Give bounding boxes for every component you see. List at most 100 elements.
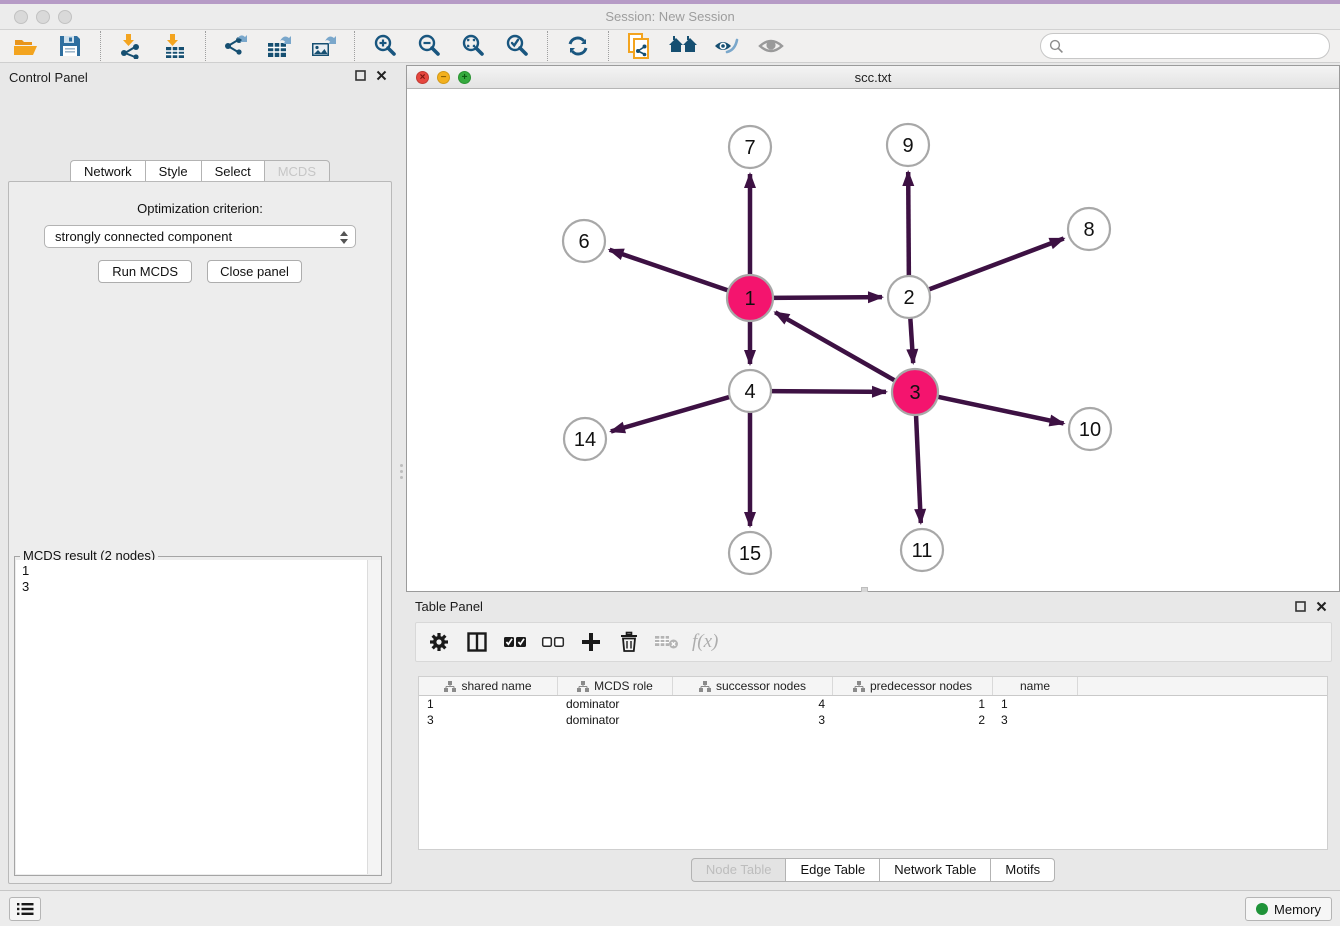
graph-node-label: 3 (909, 382, 920, 404)
table-settings-icon[interactable] (426, 629, 452, 655)
criterion-select[interactable]: strongly connected component (44, 225, 356, 248)
column-type-icon (577, 681, 589, 692)
function-builder-icon[interactable]: f(x) (692, 629, 718, 655)
graph-edge-3-10[interactable] (936, 396, 1064, 423)
float-table-panel-icon[interactable] (1294, 600, 1307, 613)
refresh-layout-icon[interactable] (563, 32, 593, 60)
graph-node-label: 11 (912, 540, 933, 562)
show-columns-icon[interactable] (464, 629, 490, 655)
table-cell[interactable]: 4 (673, 696, 833, 712)
column-header-successor-nodes[interactable]: successor nodes (673, 677, 833, 695)
mcds-panel: Optimization criterion: strongly connect… (8, 181, 392, 884)
zoom-fit-icon[interactable] (458, 32, 488, 60)
table-header-row: shared nameMCDS rolesuccessor nodesprede… (419, 677, 1327, 696)
graph-edge-4-3[interactable] (769, 391, 886, 392)
graph-node-label: 7 (744, 137, 755, 159)
graph-edge-1-2[interactable] (771, 297, 882, 298)
graph-edge-1-6[interactable] (610, 250, 731, 291)
delete-column-icon[interactable] (616, 629, 642, 655)
graph-edge-2-3[interactable] (910, 316, 913, 363)
delete-table-icon[interactable] (654, 629, 680, 655)
table-cell[interactable]: 3 (993, 712, 1078, 728)
graph-node-label: 6 (578, 231, 589, 253)
import-table-icon[interactable] (160, 32, 190, 60)
table-panel-title: Table Panel (415, 599, 483, 614)
column-header-MCDS-role[interactable]: MCDS role (558, 677, 673, 695)
table-cell[interactable]: 1 (419, 696, 558, 712)
select-all-icon[interactable] (502, 629, 528, 655)
network-window-titlebar[interactable]: × − + scc.txt (407, 66, 1339, 89)
optimization-criterion-label: Optimization criterion: (9, 201, 391, 216)
column-type-icon (699, 681, 711, 692)
table-cell[interactable]: dominator (558, 712, 673, 728)
panel-splitter-grip[interactable] (399, 464, 403, 482)
export-image-icon[interactable] (309, 32, 339, 60)
graph-edge-3-1[interactable] (775, 312, 897, 381)
close-panel-button[interactable]: Close panel (207, 260, 302, 283)
tab-edge-table[interactable]: Edge Table (785, 858, 879, 882)
memory-status-dot (1256, 903, 1268, 915)
table-cell[interactable]: 3 (419, 712, 558, 728)
table-cell[interactable]: dominator (558, 696, 673, 712)
search-input[interactable] (1070, 39, 1321, 54)
graph-edge-2-9[interactable] (908, 172, 909, 278)
criterion-value: strongly connected component (55, 229, 232, 244)
table-tabs: Node TableEdge TableNetwork TableMotifs (406, 858, 1340, 882)
save-session-icon[interactable] (55, 32, 85, 60)
graph-node-label: 2 (903, 287, 914, 309)
column-type-icon (444, 681, 456, 692)
graph-edge-3-11[interactable] (916, 413, 921, 523)
home-icon[interactable] (668, 32, 698, 60)
zoom-out-icon[interactable] (414, 32, 444, 60)
table-row[interactable]: 1dominator411 (419, 696, 1327, 712)
tab-node-table[interactable]: Node Table (691, 858, 786, 882)
table-cell[interactable]: 2 (833, 712, 993, 728)
import-network-icon[interactable] (116, 32, 146, 60)
graph-node-label: 4 (744, 381, 755, 403)
column-type-icon (853, 681, 865, 692)
close-panel-icon[interactable] (375, 69, 388, 82)
run-mcds-button[interactable]: Run MCDS (98, 260, 192, 283)
graph-node-label: 10 (1079, 419, 1101, 441)
table-cell[interactable]: 3 (673, 712, 833, 728)
export-table-icon[interactable] (265, 32, 295, 60)
tab-network-table[interactable]: Network Table (879, 858, 990, 882)
close-table-panel-icon[interactable] (1315, 600, 1328, 613)
tab-motifs[interactable]: Motifs (990, 858, 1055, 882)
graph-edge-2-8[interactable] (927, 239, 1064, 291)
column-header-shared-name[interactable]: shared name (419, 677, 558, 695)
graph-edge-4-14[interactable] (611, 396, 732, 431)
table-cell[interactable]: 1 (993, 696, 1078, 712)
float-panel-icon[interactable] (354, 69, 367, 82)
deselect-all-icon[interactable] (540, 629, 566, 655)
status-bar: Memory (0, 890, 1340, 926)
table-row[interactable]: 3dominator323 (419, 712, 1327, 728)
window-title: Session: New Session (0, 9, 1340, 24)
column-header-name[interactable]: name (993, 677, 1078, 695)
mcds-result-group: MCDS result (2 nodes) 1 3 (14, 556, 382, 876)
mcds-result-text[interactable]: 1 3 (16, 560, 380, 874)
hide-selected-icon[interactable] (712, 32, 742, 60)
table-cell[interactable]: 1 (833, 696, 993, 712)
result-scrollbar[interactable] (367, 560, 381, 874)
node-table[interactable]: shared nameMCDS rolesuccessor nodesprede… (418, 676, 1328, 850)
export-network-icon[interactable] (221, 32, 251, 60)
column-header-predecessor-nodes[interactable]: predecessor nodes (833, 677, 993, 695)
zoom-in-icon[interactable] (370, 32, 400, 60)
show-eye-icon[interactable] (756, 32, 786, 60)
network-window-title: scc.txt (407, 70, 1339, 85)
main-toolbar (0, 30, 1340, 63)
open-session-icon[interactable] (11, 32, 41, 60)
graph-node-label: 15 (739, 543, 761, 565)
zoom-selected-icon[interactable] (502, 32, 532, 60)
memory-button[interactable]: Memory (1245, 897, 1332, 921)
network-canvas[interactable]: 7968124314101511 (407, 89, 1339, 591)
network-view-window: × − + scc.txt 7968124314101511 (406, 65, 1340, 592)
duplicate-network-icon[interactable] (624, 32, 654, 60)
network-graph[interactable]: 7968124314101511 (407, 89, 1339, 591)
memory-label: Memory (1274, 902, 1321, 917)
titlebar: Session: New Session (0, 4, 1340, 30)
task-history-button[interactable] (9, 897, 41, 921)
add-column-icon[interactable] (578, 629, 604, 655)
search-box[interactable] (1040, 33, 1330, 59)
